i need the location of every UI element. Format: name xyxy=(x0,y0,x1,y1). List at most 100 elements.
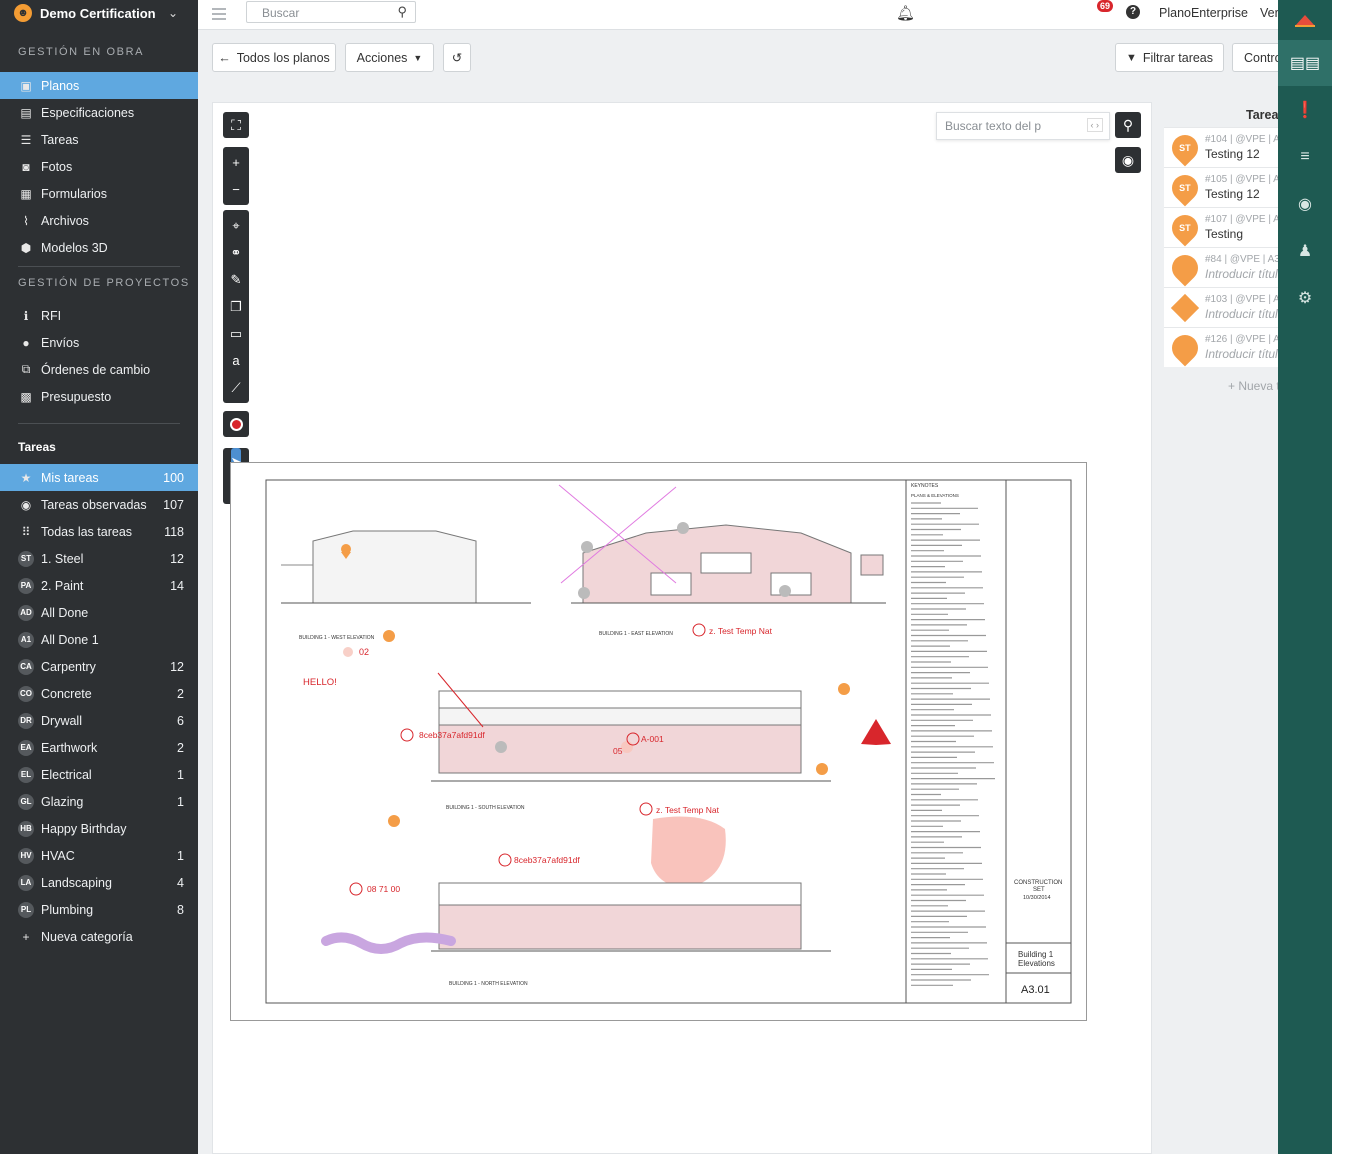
text-search-button[interactable]: ⚲ xyxy=(1115,112,1141,138)
collapse-button[interactable] xyxy=(1278,0,1332,40)
sidebar-item-label: Modelos 3D xyxy=(41,240,108,255)
ruler-icon[interactable]: ⟋ xyxy=(231,374,240,401)
global-search-input[interactable]: Buscar ⚲ xyxy=(246,1,416,23)
sidebar-item-fotos[interactable]: ◙ Fotos xyxy=(0,153,198,180)
section-title-tareas: Tareas xyxy=(18,440,56,454)
sidebar-item-especificaciones[interactable]: ▤ Especificaciones xyxy=(0,99,198,126)
text-tool-icon[interactable]: a xyxy=(232,347,239,374)
sidebar-category-item[interactable]: PL Plumbing 8 xyxy=(0,896,198,923)
new-task-button[interactable]: + Nueva t xyxy=(1228,379,1280,393)
sidebar-item-planos[interactable]: ▣ Planos xyxy=(0,72,198,99)
history-button[interactable]: ↺ xyxy=(443,43,471,72)
eye-icon: ◉ xyxy=(1298,196,1312,213)
sidebar-category-item[interactable]: AD All Done xyxy=(0,599,198,626)
all-plans-button[interactable]: ← Todos los planos xyxy=(212,43,336,72)
filter-tasks-button[interactable]: ▼ Filtrar tareas xyxy=(1115,43,1224,72)
sidebar-item-label: Fotos xyxy=(41,159,73,174)
category-label: All Done 1 xyxy=(41,632,99,647)
sidebar-item-envios[interactable]: ● Envíos xyxy=(0,329,198,356)
pencil-icon[interactable]: ✎ xyxy=(231,266,242,293)
search-placeholder: Buscar xyxy=(262,6,300,20)
actions-dropdown[interactable]: Acciones ▼ xyxy=(345,43,434,72)
link-icon[interactable]: ⚭ xyxy=(231,239,242,266)
category-badge: CA xyxy=(18,658,34,675)
annotation-05: 05 xyxy=(613,746,623,756)
sidebar-item-ordenes[interactable]: ⧉ Órdenes de cambio xyxy=(0,356,198,383)
rail-layers-button[interactable]: ≡ xyxy=(1278,134,1332,180)
plan-text-search-input[interactable]: Buscar texto del p ‹ › xyxy=(936,112,1110,140)
user-lock-icon: ♟ xyxy=(1297,243,1313,260)
pin-icon[interactable]: ⌖ xyxy=(232,212,239,239)
sidebar-category-item[interactable]: LA Landscaping 4 xyxy=(0,869,198,896)
visibility-toggle[interactable]: ◉ xyxy=(1115,147,1141,173)
sidebar-item-formularios[interactable]: ▦ Formularios xyxy=(0,180,198,207)
copy-icon[interactable]: ❐ xyxy=(230,293,242,320)
task-card[interactable]: ST #105 | @VPE | A3 Testing 12 xyxy=(1164,167,1278,207)
category-count: 1 xyxy=(177,767,184,782)
sidebar-item-label: Especificaciones xyxy=(41,105,135,120)
drawing-date: 10/30/2014 xyxy=(1023,895,1051,901)
text-search-placeholder: Buscar texto del p xyxy=(945,119,1042,133)
sidebar-item-tareas[interactable]: ☰ Tareas xyxy=(0,126,198,153)
rail-plans-button[interactable]: ▤▤ xyxy=(1278,40,1332,86)
sidebar-item-todas-tareas[interactable]: ⠿ Todas las tareas 118 xyxy=(0,518,198,545)
rail-settings-button[interactable]: ⚙ xyxy=(1278,275,1332,321)
search-icon[interactable]: ⚲ xyxy=(397,4,407,20)
task-card[interactable]: ST #104 | @VPE | A3 Testing 12 xyxy=(1164,127,1278,167)
diamond-marker-icon xyxy=(1170,293,1200,322)
sidebar-category-item[interactable]: A1 All Done 1 xyxy=(0,626,198,653)
briefcase-icon[interactable]: ▭ xyxy=(230,320,242,347)
sidebar-category-item[interactable]: HB Happy Birthday xyxy=(0,815,198,842)
zoom-out-button[interactable]: − xyxy=(232,176,240,203)
sidebar-category-item[interactable]: ST 1. Steel 12 xyxy=(0,545,198,572)
sidebar-category-item[interactable]: HV HVAC 1 xyxy=(0,842,198,869)
category-badge: PL xyxy=(18,901,34,918)
sidebar-category-item[interactable]: EA Earthwork 2 xyxy=(0,734,198,761)
record-button[interactable] xyxy=(223,411,249,437)
sidebar-item-rfi[interactable]: ℹ RFI xyxy=(0,302,198,329)
rail-visibility-button[interactable]: ◉ xyxy=(1278,181,1332,227)
sidebar-category-item[interactable]: CO Concrete 2 xyxy=(0,680,198,707)
sidebar-category-item[interactable]: DR Drywall 6 xyxy=(0,707,198,734)
task-meta: #103 | @VPE | A3 xyxy=(1205,294,1278,305)
sidebar-category-item[interactable]: GL Glazing 1 xyxy=(0,788,198,815)
bell-icon[interactable]: 🔔︎ xyxy=(896,4,915,22)
project-selector[interactable]: ☻ Demo Certification ⌄ xyxy=(0,0,198,26)
sidebar-item-label: Archivos xyxy=(41,213,89,228)
clipboard-icon: ▦ xyxy=(20,186,32,201)
category-label: 2. Paint xyxy=(41,578,84,593)
category-count: 1 xyxy=(177,848,184,863)
zoom-in-button[interactable]: + xyxy=(232,149,240,176)
company-name[interactable]: PlanoEnterprise xyxy=(1159,6,1248,20)
drawing-sheet[interactable]: BUILDING 1 - WEST ELEVATION 02 BUILDING … xyxy=(230,462,1087,1021)
sidebar-item-modelos-3d[interactable]: ⬢ Modelos 3D xyxy=(0,234,198,261)
sidebar-item-mis-tareas[interactable]: ★ Mis tareas 100 xyxy=(0,464,198,491)
sidebar-category-item[interactable]: CA Carpentry 12 xyxy=(0,653,198,680)
record-icon xyxy=(229,417,243,431)
control-button[interactable]: Contro xyxy=(1232,43,1278,72)
sidebar-item-tareas-observadas[interactable]: ◉ Tareas observadas 107 xyxy=(0,491,198,518)
sidebar-category-item[interactable]: PA 2. Paint 14 xyxy=(0,572,198,599)
rail-users-button[interactable]: ♟ xyxy=(1278,228,1332,274)
task-card[interactable]: ST #107 | @VPE | A3 Testing xyxy=(1164,207,1278,247)
new-category-button[interactable]: + Nueva categoría xyxy=(0,923,198,950)
task-pin-icon xyxy=(1166,329,1204,366)
search-nav-arrows[interactable]: ‹ › xyxy=(1086,118,1103,132)
task-card[interactable]: #103 | @VPE | A3 Introducir título xyxy=(1164,287,1278,327)
sidebar-item-presupuesto[interactable]: ▩ Presupuesto xyxy=(0,383,198,410)
hamburger-menu-icon[interactable] xyxy=(212,8,226,23)
category-badge: EA xyxy=(18,739,34,756)
category-count: 14 xyxy=(170,578,184,593)
task-card[interactable]: #84 | @VPE | A3. Introducir título xyxy=(1164,247,1278,287)
task-card[interactable]: #126 | @VPE | A3 Introducir título xyxy=(1164,327,1278,367)
ver-link[interactable]: Ver xyxy=(1260,6,1279,20)
east-elevation-title: BUILDING 1 - EAST ELEVATION xyxy=(599,631,673,637)
sidebar-item-archivos[interactable]: ⌇ Archivos xyxy=(0,207,198,234)
grid-icon: ⠿ xyxy=(21,524,31,539)
help-icon[interactable]: ? xyxy=(1126,5,1140,19)
rail-alerts-button[interactable]: ❗ xyxy=(1278,87,1332,133)
sidebar-category-item[interactable]: EL Electrical 1 xyxy=(0,761,198,788)
keynote-list xyxy=(911,502,995,986)
fullscreen-button[interactable]: ⛶ xyxy=(223,112,249,138)
chevron-down-icon[interactable]: ⌄ xyxy=(168,6,178,20)
